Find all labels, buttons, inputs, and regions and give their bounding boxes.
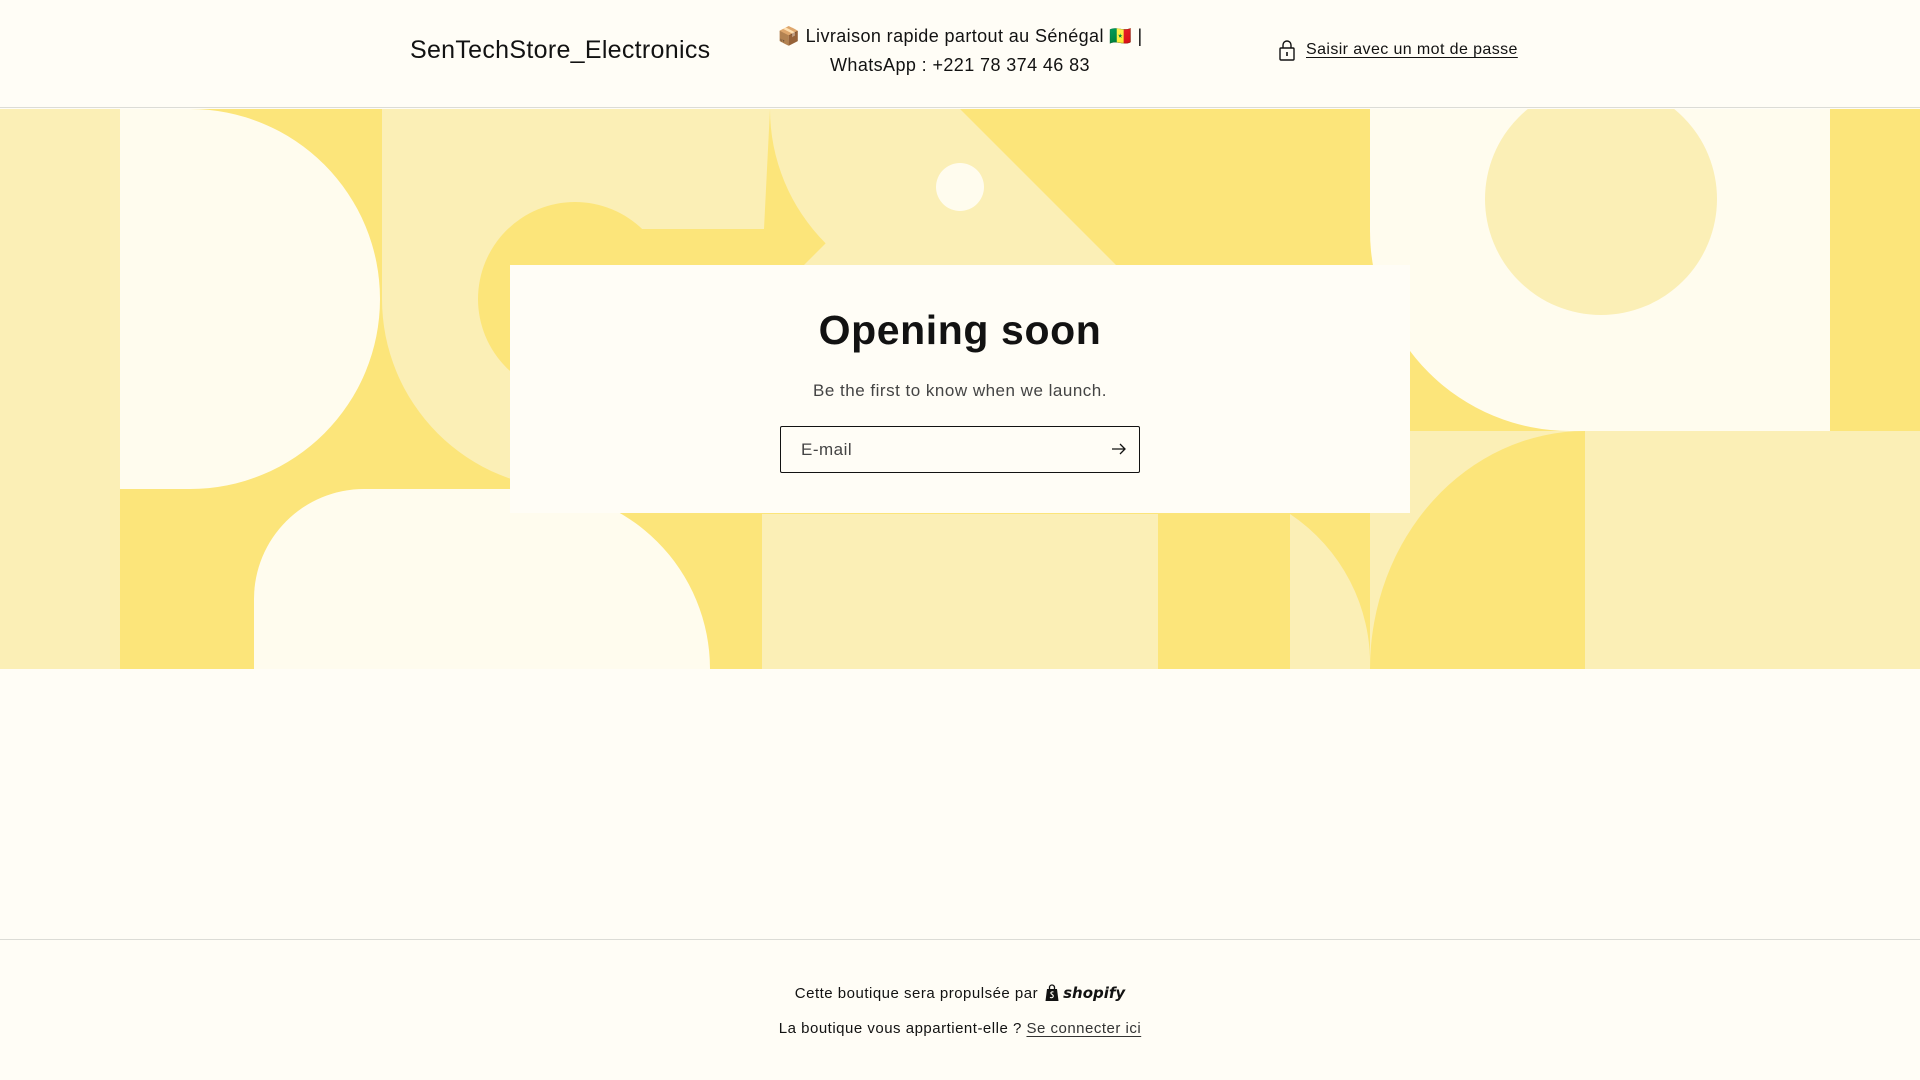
shopify-bag-icon [1045,984,1059,1001]
arrow-right-icon[interactable] [1109,439,1129,459]
page-title: Opening soon [818,307,1102,353]
store-name[interactable]: SenTechStore_Electronics [410,36,710,65]
site-footer: Cette boutique sera propulsée par shopif… [0,939,1920,1080]
signup-subtitle: Be the first to know when we launch. [813,381,1107,400]
opening-soon-banner: Opening soon Be the first to know when w… [0,109,1920,669]
shopify-logo[interactable]: shopify [1044,984,1125,1002]
signup-card: Opening soon Be the first to know when w… [510,265,1410,513]
lock-icon [1279,40,1295,61]
owner-line: La boutique vous appartient-elle ? Se co… [0,1020,1920,1037]
powered-by-text: Cette boutique sera propulsée par [794,984,1039,1002]
password-link-label[interactable]: Saisir avec un mot de passe [1306,41,1518,59]
login-link[interactable]: Se connecter ici [1026,1020,1141,1037]
password-entry-link[interactable]: Saisir avec un mot de passe [1278,39,1518,61]
owner-question: La boutique vous appartient-elle ? [778,1020,1022,1037]
email-field[interactable] [780,426,1140,473]
shopify-wordmark: shopify [1063,984,1126,1002]
powered-by-line: Cette boutique sera propulsée par shopif… [0,984,1920,1002]
email-input[interactable] [781,427,1091,472]
site-header: SenTechStore_Electronics 📦 Livraison rap… [0,0,1920,108]
announcement-bar: 📦 Livraison rapide partout au Sénégal 🇸🇳… [777,26,1143,75]
